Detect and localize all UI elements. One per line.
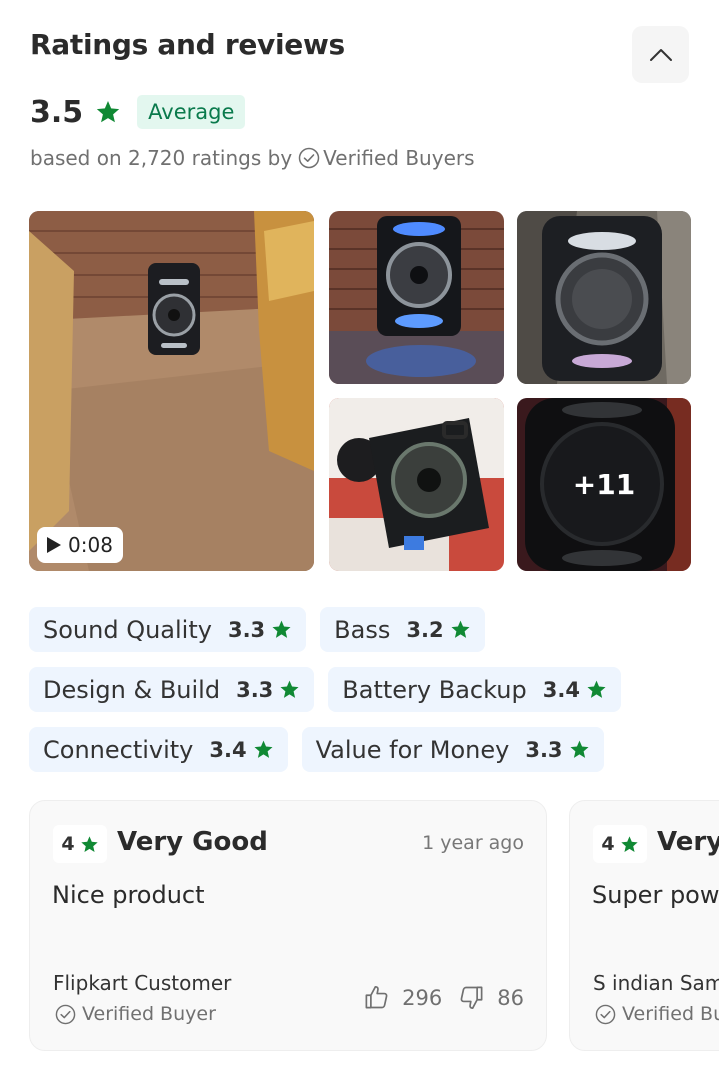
speaker-photo [517,211,691,384]
thumbs-down-icon[interactable] [458,984,485,1011]
attribute-chip-bass[interactable]: Bass 3.2 [320,607,485,652]
more-photos-tile[interactable]: +11 [517,398,691,571]
speaker-photo [329,211,504,384]
chevron-up-icon [649,48,672,61]
review-photo[interactable] [517,211,691,384]
star-icon [620,835,638,852]
review-time: 1 year ago [422,832,524,854]
review-photo[interactable] [329,398,504,571]
verified-buyer-text: Verified Buyer [82,1003,216,1025]
more-photos-count: +11 [517,398,691,571]
attribute-value: 3.2 [406,617,444,642]
attribute-value: 3.4 [542,677,580,702]
rating-value: 3.5 [30,94,84,130]
attribute-value: 3.4 [209,737,247,762]
video-duration: 0:08 [68,533,113,557]
overall-rating: 3.5 Average [30,94,246,130]
review-text: Super pow [592,881,719,909]
review-card[interactable]: 4 Very Good 1 year ago Nice product Flip… [29,800,547,1051]
speaker-room-image [29,211,314,571]
attribute-label: Connectivity [43,735,194,764]
attribute-value: 3.3 [525,737,563,762]
video-duration-chip: 0:08 [37,527,123,563]
verified-buyer-text: Verified Bu [622,1003,719,1025]
attribute-label: Value for Money [315,735,510,764]
star-icon [280,680,299,698]
review-title: Very [657,827,719,857]
thumbs-up-icon[interactable] [363,984,390,1011]
review-score-value: 4 [61,833,75,855]
like-count: 296 [402,985,443,1010]
review-card[interactable]: 4 Very Super pow S indian Sam Verified B… [569,800,719,1051]
review-score: 4 [53,825,107,863]
star-icon [451,620,470,638]
attribute-label: Bass [334,615,391,644]
verified-buyers-text: Verified Buyers [323,146,475,170]
review-photo[interactable] [329,211,504,384]
review-score-value: 4 [601,833,615,855]
play-icon [47,537,61,553]
star-icon [254,740,273,758]
attribute-chip-sound-quality[interactable]: Sound Quality 3.3 [29,607,307,652]
star-icon [80,835,98,852]
attribute-label: Battery Backup [342,675,527,704]
verified-check-icon [55,1004,76,1024]
speaker-photo [329,398,504,571]
review-text: Nice product [52,881,205,909]
attribute-chip-connectivity[interactable]: Connectivity 3.4 [29,727,288,772]
rating-label-badge: Average [137,95,246,129]
rating-basis: based on 2,720 ratings by Verified Buyer… [30,146,475,170]
collapse-button[interactable] [632,26,689,83]
review-video-thumbnail[interactable]: 0:08 [29,211,314,571]
star-icon [570,740,589,758]
review-title: Very Good [117,827,268,857]
section-title: Ratings and reviews [30,28,345,61]
review-votes: 296 86 [363,984,524,1011]
review-score: 4 [593,825,647,863]
attribute-value: 3.3 [236,677,274,702]
reviewer-name: S indian Sam [593,971,719,995]
attribute-value: 3.3 [227,617,266,642]
verified-buyer-badge: Verified Bu [595,1003,719,1025]
verified-check-icon [298,147,320,169]
verified-buyer-badge: Verified Buyer [55,1003,216,1025]
verified-check-icon [595,1004,616,1024]
attribute-label: Design & Build [43,675,221,704]
reviews-header: Ratings and reviews [30,26,689,83]
attribute-chip-value-for-money[interactable]: Value for Money 3.3 [301,727,604,772]
attribute-chip-design-build[interactable]: Design & Build 3.3 [29,667,315,712]
review-carousel[interactable]: 4 Very Good 1 year ago Nice product Flip… [29,800,719,1052]
ratings-count-text: based on 2,720 ratings by [30,146,293,170]
reviewer-name: Flipkart Customer [53,971,232,995]
attribute-label: Sound Quality [43,615,212,644]
attribute-ratings: Sound Quality 3.3 Bass 3.2 Design & Buil… [29,607,689,787]
star-icon [587,680,606,698]
star-icon [272,620,291,638]
attribute-chip-battery-backup[interactable]: Battery Backup 3.4 [328,667,621,712]
dislike-count: 86 [497,985,524,1010]
star-icon [96,100,120,123]
